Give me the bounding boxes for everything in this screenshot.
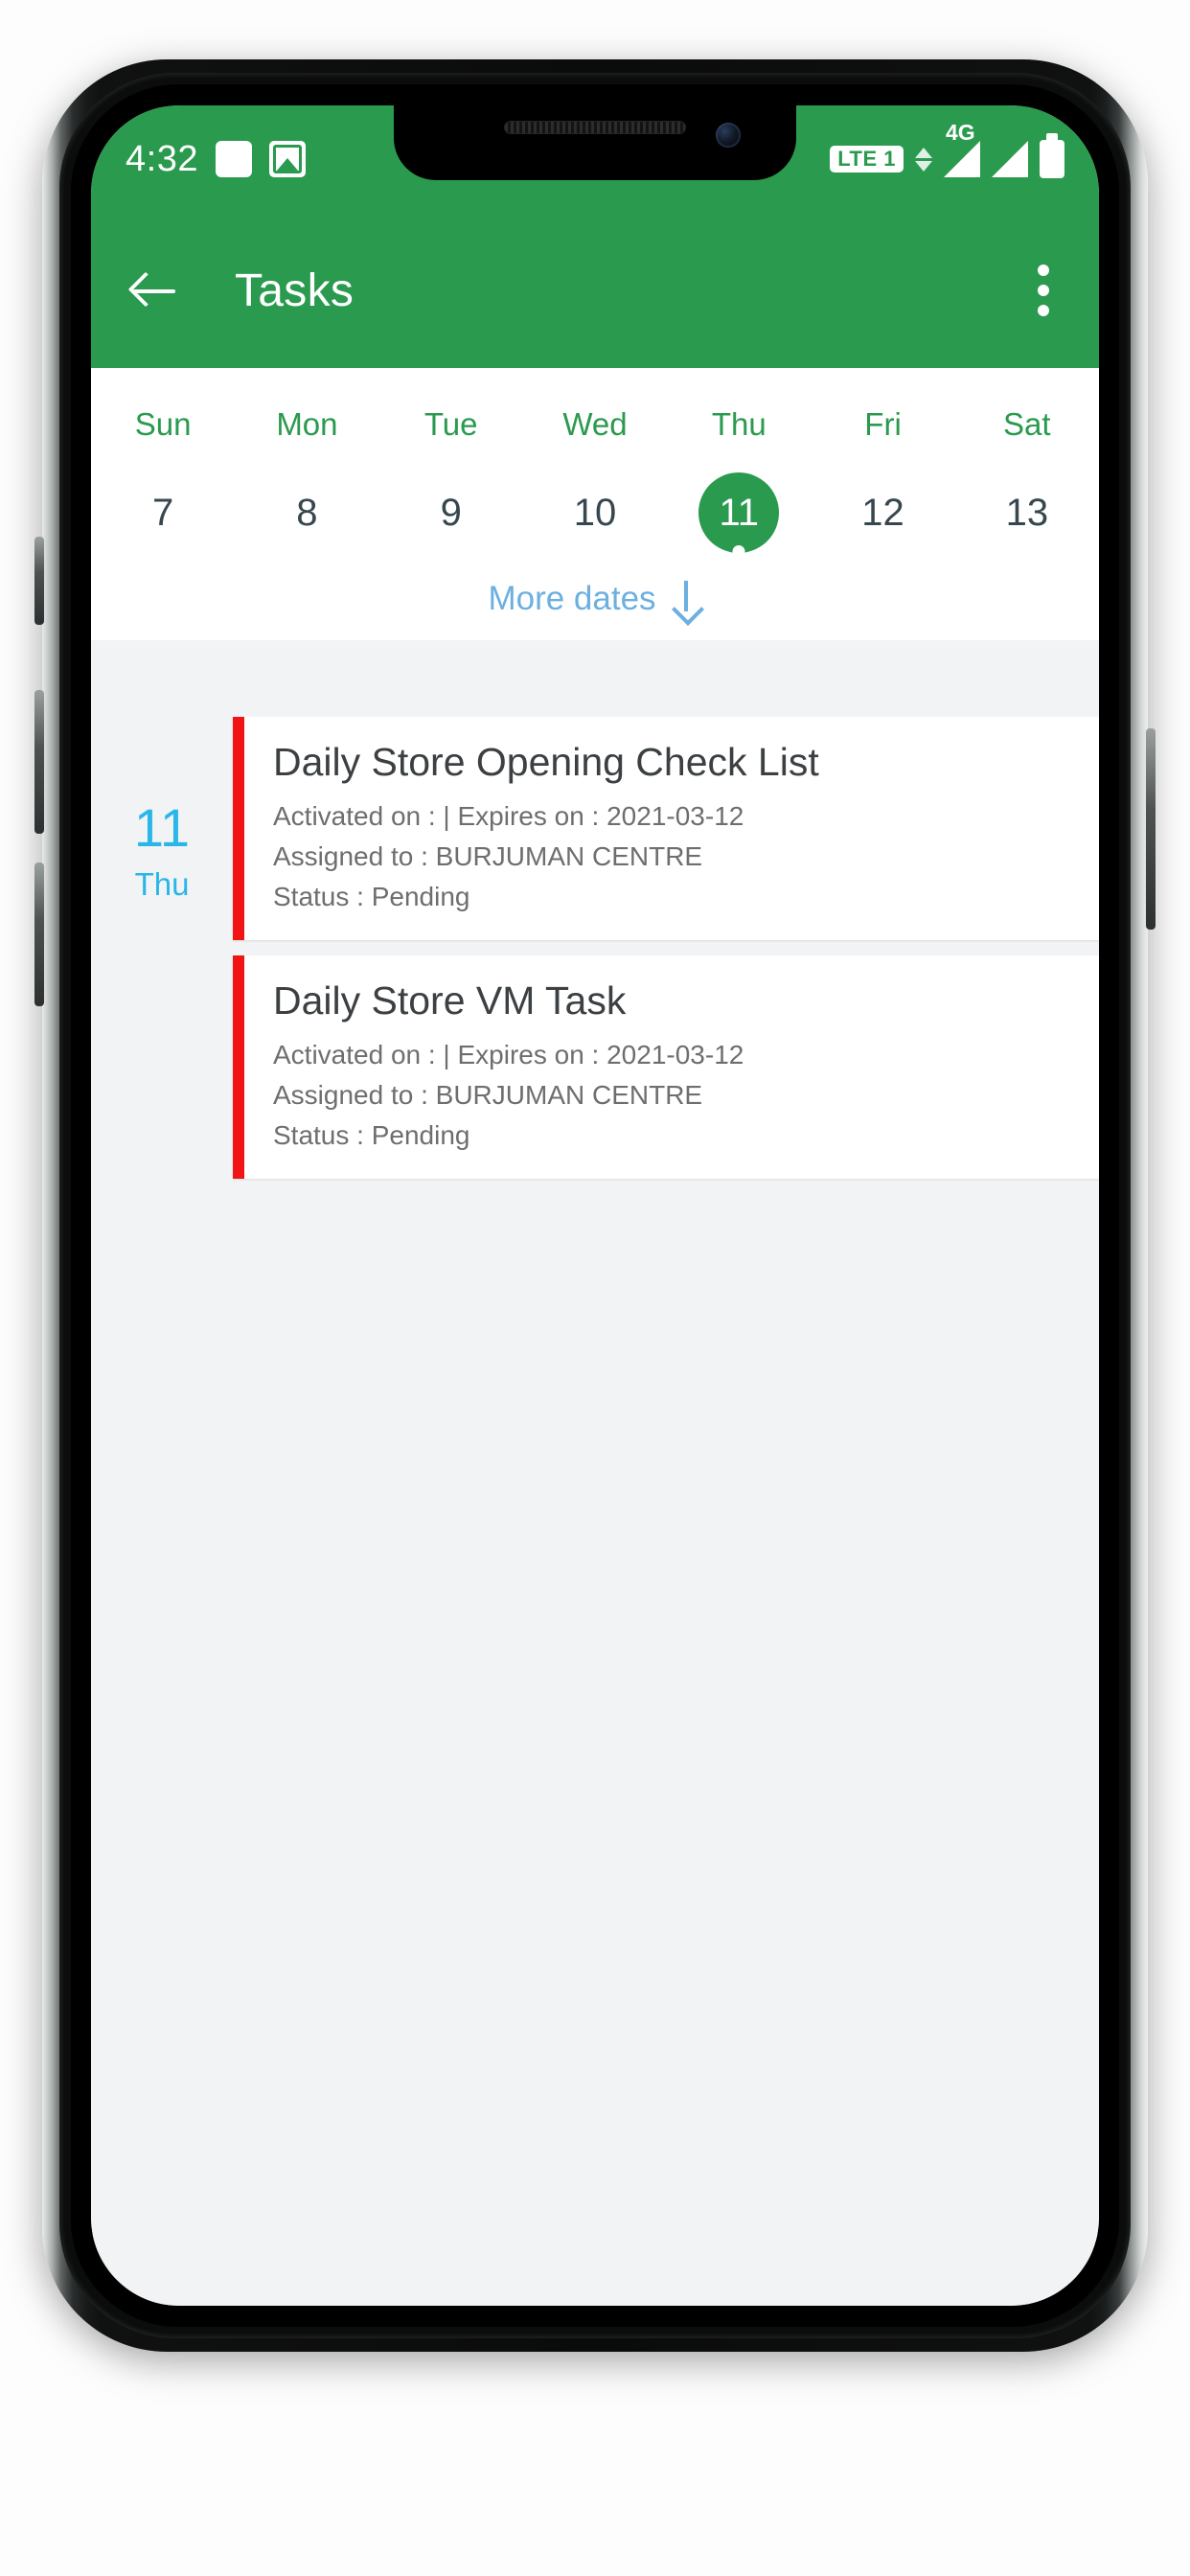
task-activated-expires: Activated on : | Expires on : 2021-03-12	[273, 801, 744, 832]
task-cards-column: Daily Store Opening Check List Activated…	[233, 717, 1099, 1194]
white-square-icon	[215, 141, 252, 177]
task-status-stripe	[233, 717, 244, 941]
phone-notch	[394, 105, 796, 180]
overflow-menu-icon[interactable]	[1022, 253, 1064, 328]
phone-button-left-a[interactable]	[34, 537, 44, 625]
calendar-dates-row: 7 8 9 10 11 12 13	[91, 462, 1099, 564]
arrow-down-icon	[670, 579, 702, 619]
calendar-day-name: Fri	[864, 406, 902, 442]
task-status-stripe	[233, 955, 244, 1180]
phone-screen: 4:32 LTE 1 4G Tasks Sun Mon Tue Wed Thu …	[91, 105, 1099, 2306]
signal-4g-icon: 4G	[944, 122, 980, 177]
calendar-day-name: Mon	[276, 406, 338, 442]
task-assigned-to: Assigned to : BURJUMAN CENTRE	[273, 841, 703, 872]
task-activated-expires: Activated on : | Expires on : 2021-03-12	[273, 1040, 744, 1070]
back-arrow-icon[interactable]	[126, 261, 185, 320]
calendar-date-cell[interactable]: 8	[235, 462, 378, 564]
calendar-date-label: 11	[698, 472, 780, 553]
calendar-strip: Sun Mon Tue Wed Thu Fri Sat 7 8 9 10 11 …	[91, 368, 1099, 640]
task-card[interactable]: Daily Store VM Task Activated on : | Exp…	[233, 955, 1099, 1180]
task-list-container[interactable]: 11 Thu Daily Store Opening Check List Ac…	[91, 717, 1099, 2306]
task-card-body: Daily Store Opening Check List Activated…	[244, 717, 1099, 940]
calendar-date-cell[interactable]: 13	[955, 462, 1099, 564]
battery-icon	[1040, 133, 1064, 178]
calendar-date-label: 13	[1005, 492, 1049, 534]
day-marker: 11 Thu	[91, 717, 233, 1195]
task-title: Daily Store Opening Check List	[273, 740, 819, 784]
day-marker-weekday: Thu	[134, 866, 190, 902]
calendar-date-cell[interactable]: 7	[91, 462, 235, 564]
calendar-date-cell-selected[interactable]: 11	[667, 462, 811, 564]
calendar-day-name: Sun	[134, 406, 192, 442]
page-title: Tasks	[235, 264, 355, 316]
signal-icon	[992, 141, 1028, 177]
carrier-badge: LTE 1	[830, 146, 904, 172]
status-bar-left: 4:32	[126, 139, 306, 180]
calendar-date-label: 8	[296, 492, 318, 534]
image-icon	[268, 141, 306, 177]
more-dates-button[interactable]: More dates	[91, 564, 1099, 640]
calendar-day-name: Thu	[711, 406, 767, 442]
task-status: Status : Pending	[273, 1120, 470, 1151]
screenshot-stage: 4:32 LTE 1 4G Tasks Sun Mon Tue Wed Thu …	[0, 0, 1190, 2576]
task-card-body: Daily Store VM Task Activated on : | Exp…	[244, 955, 1099, 1179]
phone-volume-up-button[interactable]	[34, 690, 44, 834]
calendar-day-name: Tue	[423, 406, 478, 442]
day-marker-number: 11	[133, 797, 191, 858]
task-card[interactable]: Daily Store Opening Check List Activated…	[233, 717, 1099, 941]
earpiece-speaker	[504, 121, 686, 134]
calendar-date-cell[interactable]: 9	[379, 462, 523, 564]
calendar-day-name: Wed	[562, 406, 628, 442]
task-title: Daily Store VM Task	[273, 978, 627, 1024]
data-transfer-icon	[915, 147, 932, 172]
front-camera-icon	[716, 123, 741, 148]
calendar-selected-dot-icon	[732, 545, 745, 558]
calendar-day-names-row: Sun Mon Tue Wed Thu Fri Sat	[91, 387, 1099, 462]
calendar-date-label: 12	[861, 492, 904, 534]
calendar-date-label: 7	[152, 492, 174, 534]
status-bar-clock: 4:32	[126, 138, 198, 179]
network-type-label: 4G	[946, 120, 975, 145]
calendar-date-label: 9	[440, 492, 462, 534]
task-assigned-to: Assigned to : BURJUMAN CENTRE	[273, 1080, 703, 1111]
app-bar: Tasks	[91, 213, 1099, 368]
phone-volume-down-button[interactable]	[34, 862, 44, 1006]
phone-power-button[interactable]	[1146, 728, 1156, 930]
calendar-date-cell[interactable]: 10	[523, 462, 667, 564]
status-bar-right: LTE 1 4G	[830, 122, 1064, 178]
task-day-group: 11 Thu Daily Store Opening Check List Ac…	[91, 717, 1099, 1195]
calendar-day-name: Sat	[1003, 406, 1051, 442]
calendar-date-label: 10	[573, 492, 617, 534]
task-status: Status : Pending	[273, 882, 470, 912]
more-dates-label: More dates	[488, 580, 656, 617]
calendar-date-cell[interactable]: 12	[811, 462, 954, 564]
